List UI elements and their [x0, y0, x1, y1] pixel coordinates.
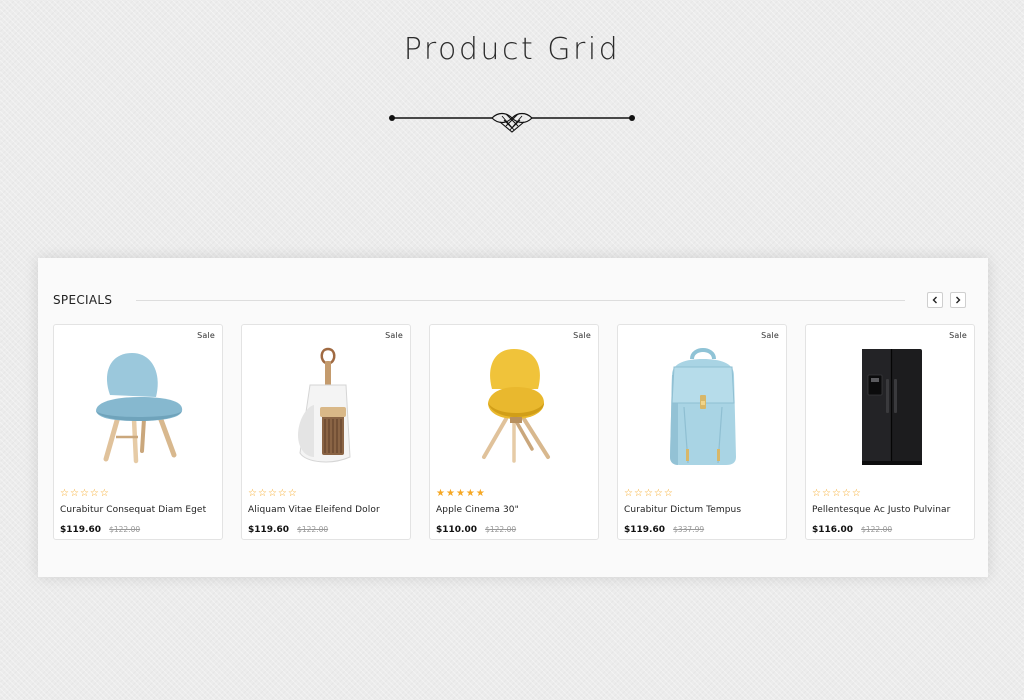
yellow-chair-icon[interactable]	[450, 345, 580, 469]
section-header: SPECIALS	[53, 292, 973, 308]
product-price: $119.60 $122.00	[248, 521, 328, 536]
star-outline-icon: ☆	[812, 488, 821, 499]
price-old: $122.00	[109, 525, 141, 534]
product-list: Sale ☆ ☆ ☆ ☆ ☆ Curabitur Consequat Diam Eget…	[53, 324, 975, 542]
chevron-right-icon	[956, 296, 961, 304]
price-current: $110.00	[436, 525, 477, 535]
chair-icon[interactable]	[74, 345, 204, 469]
rating-stars: ☆ ☆ ☆ ☆ ☆	[248, 489, 297, 499]
product-name[interactable]: Curabitur Dictum Tempus	[624, 505, 741, 515]
product-card[interactable]: Sale ☆ ☆ ☆ ☆ ☆ Curabitur Consequat Diam Eget…	[53, 324, 223, 540]
section-divider	[136, 300, 905, 301]
star-filled-icon: ★	[445, 488, 455, 499]
star-outline-icon: ☆	[663, 488, 673, 499]
product-price: $116.00 $122.00	[812, 521, 892, 536]
star-outline-icon: ☆	[643, 488, 653, 499]
star-filled-icon: ★	[465, 488, 475, 499]
chevron-left-icon	[932, 296, 937, 304]
rating-stars: ☆ ☆ ☆ ☆ ☆	[812, 489, 861, 499]
product-name[interactable]: Curabitur Consequat Diam Eget	[60, 505, 206, 515]
refrigerator-icon[interactable]	[826, 345, 956, 469]
product-price: $119.60 $337.99	[624, 521, 704, 536]
ornament-divider-icon	[389, 112, 635, 133]
star-filled-icon: ★	[436, 488, 445, 499]
price-current: $119.60	[248, 525, 289, 535]
page-title: Product Grid	[403, 32, 621, 67]
star-outline-icon: ☆	[79, 488, 89, 499]
price-current: $119.60	[624, 525, 665, 535]
product-card[interactable]: Sale ☆ ☆ ☆ ☆ ☆ Pellentesque Ac Justo Pulvina…	[805, 324, 975, 540]
star-filled-icon: ★	[475, 488, 485, 499]
product-name[interactable]: Apple Cinema 30"	[436, 505, 519, 515]
carousel-prev-button[interactable]	[927, 292, 943, 308]
rating-stars: ☆ ☆ ☆ ☆ ☆	[624, 489, 673, 499]
star-outline-icon: ☆	[277, 488, 287, 499]
product-name[interactable]: Aliquam Vitae Eleifend Dolor	[248, 505, 380, 515]
star-outline-icon: ☆	[287, 488, 297, 499]
star-outline-icon: ☆	[257, 488, 267, 499]
section-title: SPECIALS	[53, 293, 113, 307]
star-outline-icon: ☆	[89, 488, 99, 499]
product-name[interactable]: Pellentesque Ac Justo Pulvinar	[812, 505, 950, 515]
product-card[interactable]: Sale ★ ★ ★ ★ ★ Apple Cinema 30" $110.00 $122…	[429, 324, 599, 540]
sale-badge: Sale	[949, 331, 967, 340]
product-price: $119.60 $122.00	[60, 521, 140, 536]
star-outline-icon: ☆	[248, 488, 257, 499]
product-card[interactable]: Sale ☆ ☆ ☆ ☆ ☆ Curabitur Dictum Tempus $119.…	[617, 324, 787, 540]
star-outline-icon: ☆	[841, 488, 851, 499]
carousel-next-button[interactable]	[950, 292, 966, 308]
price-old: $337.99	[673, 525, 705, 534]
price-old: $122.00	[861, 525, 893, 534]
star-outline-icon: ☆	[851, 488, 861, 499]
star-filled-icon: ★	[455, 488, 465, 499]
price-current: $119.60	[60, 525, 101, 535]
star-outline-icon: ☆	[821, 488, 831, 499]
sale-badge: Sale	[385, 331, 403, 340]
sale-badge: Sale	[761, 331, 779, 340]
price-old: $122.00	[485, 525, 517, 534]
product-card[interactable]: Sale ☆ ☆ ☆ ☆ ☆ Aliquam Vitae Eleifend Dolo	[241, 324, 411, 540]
star-outline-icon: ☆	[624, 488, 633, 499]
rating-stars: ★ ★ ★ ★ ★	[436, 489, 485, 499]
dustpan-brush-icon[interactable]	[262, 345, 392, 469]
star-outline-icon: ☆	[69, 488, 79, 499]
specials-panel: SPECIALS Sale ☆ ☆ ☆ ☆ ☆ Curabitur Conseq…	[38, 258, 988, 577]
rating-stars: ☆ ☆ ☆ ☆ ☆	[60, 489, 109, 499]
backpack-icon[interactable]	[638, 345, 768, 469]
sale-badge: Sale	[197, 331, 215, 340]
price-old: $122.00	[297, 525, 329, 534]
star-outline-icon: ☆	[633, 488, 643, 499]
star-outline-icon: ☆	[60, 488, 69, 499]
star-outline-icon: ☆	[99, 488, 109, 499]
star-outline-icon: ☆	[831, 488, 841, 499]
product-price: $110.00 $122.00	[436, 521, 516, 536]
star-outline-icon: ☆	[653, 488, 663, 499]
sale-badge: Sale	[573, 331, 591, 340]
price-current: $116.00	[812, 525, 853, 535]
star-outline-icon: ☆	[267, 488, 277, 499]
